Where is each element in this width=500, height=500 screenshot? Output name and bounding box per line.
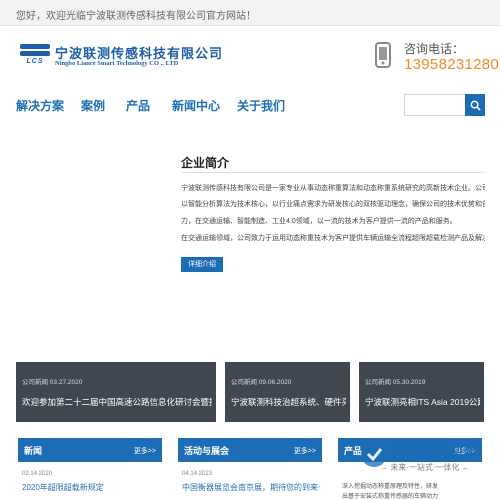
- phone-label: 咨询电话：: [404, 42, 465, 56]
- news-section-header: 新闻 更多>>: [18, 438, 162, 462]
- products-item-text: 深入挖掘动态称重原理及特性，研发: [342, 484, 439, 490]
- news-card-title: 宁波联测科技治超系统、硬件亮: [231, 397, 346, 407]
- search-input[interactable]: [404, 94, 465, 116]
- news-card-meta: 公司新闻 09.06.2020: [231, 379, 292, 386]
- watermark-title: 自动秒收录: [394, 444, 480, 461]
- nav-item-cases[interactable]: 案例: [81, 97, 105, 114]
- products-item-text: 出基于安装式称重传感器的车辆动力: [342, 494, 439, 500]
- phone-number[interactable]: 13958231280: [404, 56, 499, 73]
- more-link[interactable]: 更多>>: [294, 446, 316, 456]
- logo-text: LCS: [26, 58, 44, 65]
- watermark-subtitle: → 未来·一站式·一体化 ←: [380, 463, 470, 472]
- search-icon: [470, 100, 481, 111]
- intro-paragraph: 以智能分析算法为技术核心，以行业痛点需求为研发核心的双核驱动理念，确保公司的技术…: [181, 201, 485, 208]
- news-card-title: 欢迎参加第二十二届中国高速公路信息化研讨会暨技术: [22, 397, 212, 407]
- logo-stripe: [20, 44, 50, 49]
- intro-paragraph: 宁波联测传感科技有限公司是一家专业从事动态称重算法和动态称重系统研究的高新技术企…: [181, 185, 485, 192]
- more-link[interactable]: 更多>>: [134, 446, 156, 456]
- intro-more-button[interactable]: 详细介绍: [181, 257, 223, 272]
- news-card-title: 宁波联测亮相ITS Asia 2019公路: [365, 397, 480, 407]
- nav-item-about-us[interactable]: 关于我们: [237, 97, 285, 114]
- events-item-date: 04.14.2023: [182, 471, 213, 477]
- top-bar: 您好，欢迎光临宁波联测传感科技有限公司官方网站！: [0, 0, 500, 26]
- news-card[interactable]: 公司新闻 05.30.2019 宁波联测亮相ITS Asia 2019公路: [359, 362, 484, 422]
- news-card[interactable]: 公司新闻 03.27.2020 欢迎参加第二十二届中国高速公路信息化研讨会暨技术: [16, 362, 216, 422]
- events-section-header: 活动与展会 更多>>: [178, 438, 322, 462]
- section-title: 新闻: [24, 446, 43, 456]
- company-logo[interactable]: LCS: [20, 44, 50, 66]
- nav-item-solutions[interactable]: 解决方案: [16, 97, 64, 114]
- news-card[interactable]: 公司新闻 09.06.2020 宁波联测科技治超系统、硬件亮: [225, 362, 350, 422]
- events-item-title[interactable]: 中国衡器展览会南京展，期待您的到来~: [182, 482, 320, 493]
- news-item-date: 02.14.2020: [22, 471, 53, 477]
- nav-item-products[interactable]: 产品: [126, 97, 150, 114]
- news-card-meta: 公司新闻 03.27.2020: [22, 379, 83, 386]
- logo-stripe: [20, 51, 50, 56]
- site-header: LCS 宁波联测传感科技有限公司 Ningbo Liance Smart Tec…: [0, 26, 500, 84]
- nav-item-news-center[interactable]: 新闻中心: [172, 97, 220, 114]
- phone-icon: [375, 42, 391, 68]
- intro-title: 企业简介: [181, 156, 230, 170]
- news-item-title[interactable]: 2020年超限超载新规定: [22, 482, 158, 493]
- intro-divider: [181, 172, 485, 173]
- company-name-en: Ningbo Liance Smart Technology CO ., LTD: [55, 60, 179, 67]
- news-card-meta: 公司新闻 05.30.2019: [365, 379, 426, 386]
- section-title: 活动与展会: [184, 446, 230, 456]
- intro-paragraph: 在交通运输领域，公司致力于运用动态称重技术为客户提供车辆运输全流程超限超载检测产…: [181, 235, 485, 242]
- intro-paragraph: 力，在交通运输、智能制造、工业4.0领域，以一流的技术为客户提供一流的产品和服务…: [181, 218, 457, 225]
- welcome-text: 您好，欢迎光临宁波联测传感科技有限公司官方网站！: [16, 11, 256, 22]
- search-button[interactable]: [465, 94, 485, 116]
